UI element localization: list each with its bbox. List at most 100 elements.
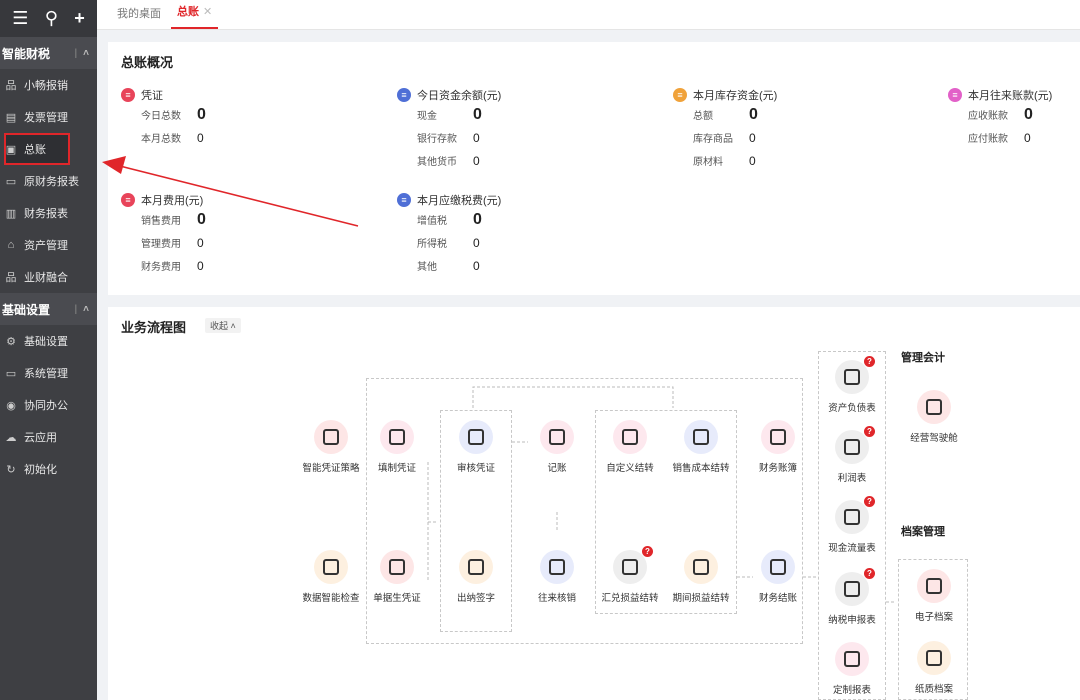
node-label: 出纳签字 [456, 593, 495, 604]
row-label: 应付账款 [968, 134, 1008, 145]
node-label: 销售成本结转 [672, 463, 730, 474]
node-custom-report[interactable]: 定制报表 [816, 642, 888, 696]
cash-icon [844, 509, 860, 525]
row-value: 0 [197, 210, 206, 228]
check-doc-icon [323, 559, 339, 575]
collab-icon: ◉ [6, 399, 16, 412]
node-label: 记账 [547, 463, 567, 474]
node-sales-cost[interactable]: 销售成本结转 [665, 420, 737, 474]
book-icon [770, 429, 786, 445]
node-label: 往来核销 [537, 593, 576, 604]
sidebar-item-old-reports[interactable]: ▭ 原财务报表 [0, 165, 97, 197]
row-value: 0 [749, 105, 758, 123]
close-icon[interactable]: ✕ [203, 6, 212, 18]
node-fin-books[interactable]: 财务账簿 [742, 420, 814, 474]
pencil-icon [549, 429, 565, 445]
sidebar-item-label: 总账 [24, 144, 46, 156]
row-label: 现金 [417, 111, 437, 122]
cloud-icon: ☁ [5, 431, 17, 444]
sidebar-group-label: 基础设置 [2, 302, 51, 317]
chart-icon: ▥ [5, 207, 17, 220]
node-cash-flow[interactable]: ? 现金流量表 [816, 496, 888, 554]
node-period-close[interactable]: 期间损益结转 [665, 550, 737, 604]
node-smart-voucher[interactable]: 智能凭证策略 [295, 420, 367, 474]
row-label: 管理费用 [141, 239, 181, 250]
row-value: 0 [749, 130, 756, 145]
node-tax-report[interactable]: ? 纳税申报表 [816, 568, 888, 626]
row-value: 0 [473, 153, 480, 168]
list-icon: ≡ [397, 193, 411, 207]
fx-icon [622, 559, 638, 575]
row-value: 0 [197, 130, 204, 145]
sidebar-item-invoice[interactable]: ▤ 发票管理 [0, 101, 97, 133]
tab-label: 我的桌面 [117, 8, 161, 20]
sidebar-item-system[interactable]: ▭ 系统管理 [0, 357, 97, 389]
sidebar-group-smart-tax[interactable]: 智能财税 ˄ [0, 37, 97, 69]
sidebar-item-label: 系统管理 [24, 368, 68, 380]
tab-ledger[interactable]: 总账 ✕ [171, 3, 219, 29]
node-balance-sheet[interactable]: ? 资产负债表 [816, 356, 888, 414]
node-label: 数据智能检查 [302, 593, 360, 604]
node-income-stmt[interactable]: ? 利润表 [816, 426, 888, 484]
row-label: 总额 [693, 111, 713, 122]
row-label: 银行存款 [417, 134, 457, 145]
card-title: 本月库存资金(元) [693, 90, 778, 102]
node-cockpit[interactable]: 经营驾驶舱 [898, 390, 970, 444]
chart-icon [693, 429, 709, 445]
node-cashier-sign[interactable]: 出纳签字 [440, 550, 512, 604]
row-value: 0 [749, 153, 756, 168]
sidebar-item-expense[interactable]: 品小畅报销 [0, 69, 97, 101]
card-title: 本月应缴税费(元) [417, 195, 502, 207]
flow-panel: 业务流程图 收起 ˄ 智能凭证策略 填制凭证 审核凭证 记账 自定义结转 销售成… [108, 307, 1080, 700]
sidebar-item-integration[interactable]: 品业财融合 [0, 261, 97, 293]
sidebar-item-label: 业财融合 [24, 272, 68, 284]
node-custom-close[interactable]: 自定义结转 [594, 420, 666, 474]
row-value: 0 [473, 235, 480, 250]
row-value: 0 [1024, 130, 1031, 145]
menu-icon[interactable]: ☰ [12, 8, 28, 29]
node-doc-voucher[interactable]: 单据生凭证 [361, 550, 433, 604]
node-review-voucher[interactable]: 审核凭证 [440, 420, 512, 474]
inventory-card: ≡ 本月库存资金(元) 总额 0 库存商品 0 原材料 0 [673, 87, 777, 172]
sidebar-item-init[interactable]: ↻ 初始化 [0, 453, 97, 485]
balance-icon [844, 369, 860, 385]
clock-doc-icon [693, 559, 709, 575]
node-e-archive[interactable]: 电子档案 [898, 569, 970, 623]
node-fill-voucher[interactable]: 填制凭证 [361, 420, 433, 474]
node-bookkeeping[interactable]: 记账 [521, 420, 593, 474]
row-value: 0 [473, 258, 480, 273]
archive-title: 档案管理 [901, 526, 945, 538]
node-fin-close[interactable]: 财务结账 [742, 550, 814, 604]
tools-icon [844, 651, 860, 667]
row-label: 所得税 [417, 239, 447, 250]
tab-desktop[interactable]: 我的桌面 [111, 5, 167, 29]
sidebar-group-basic-settings[interactable]: 基础设置 ˄ [0, 293, 97, 325]
row-label: 今日总数 [141, 111, 181, 122]
card-title: 今日资金余额(元) [417, 90, 502, 102]
sidebar-item-label: 基础设置 [24, 336, 68, 348]
node-paper-archive[interactable]: 纸质档案 [898, 641, 970, 695]
sidebar-item-assets[interactable]: ⌂ 资产管理 [0, 229, 97, 261]
node-data-check[interactable]: 数据智能检查 [295, 550, 367, 604]
overview-panel: 总账概况 ≡ 凭证 今日总数 0 本月总数 0 ≡ 今日资金余额(元) 现金 0 银行存款… [108, 42, 1080, 295]
list-icon: ≡ [673, 88, 687, 102]
receipt-icon [389, 559, 405, 575]
sidebar-item-cloud[interactable]: ☁ 云应用 [0, 421, 97, 453]
help-badge-icon: ? [642, 546, 653, 557]
sidebar-item-basic-settings[interactable]: ⚙ 基础设置 [0, 325, 97, 357]
calculator-icon [926, 399, 942, 415]
sign-icon [468, 559, 484, 575]
sidebar-item-ledger[interactable]: ▣ 总账 [4, 133, 70, 165]
plus-icon[interactable]: + [74, 8, 85, 29]
node-label: 纸质档案 [914, 684, 953, 695]
row-label: 本月总数 [141, 134, 181, 145]
node-label: 财务结账 [758, 593, 797, 604]
sidebar-item-collab[interactable]: ◉ 协同办公 [0, 389, 97, 421]
node-fx-close[interactable]: ? 汇兑损益结转 [594, 546, 666, 604]
sidebar-item-label: 初始化 [24, 464, 57, 476]
sidebar-item-reports[interactable]: ▥ 财务报表 [0, 197, 97, 229]
expense-icon: 品 [5, 80, 17, 92]
chevron-up-icon: ˄ [74, 48, 89, 59]
search-icon[interactable]: ⚲ [45, 8, 58, 29]
node-reconcile[interactable]: 往来核销 [521, 550, 593, 604]
